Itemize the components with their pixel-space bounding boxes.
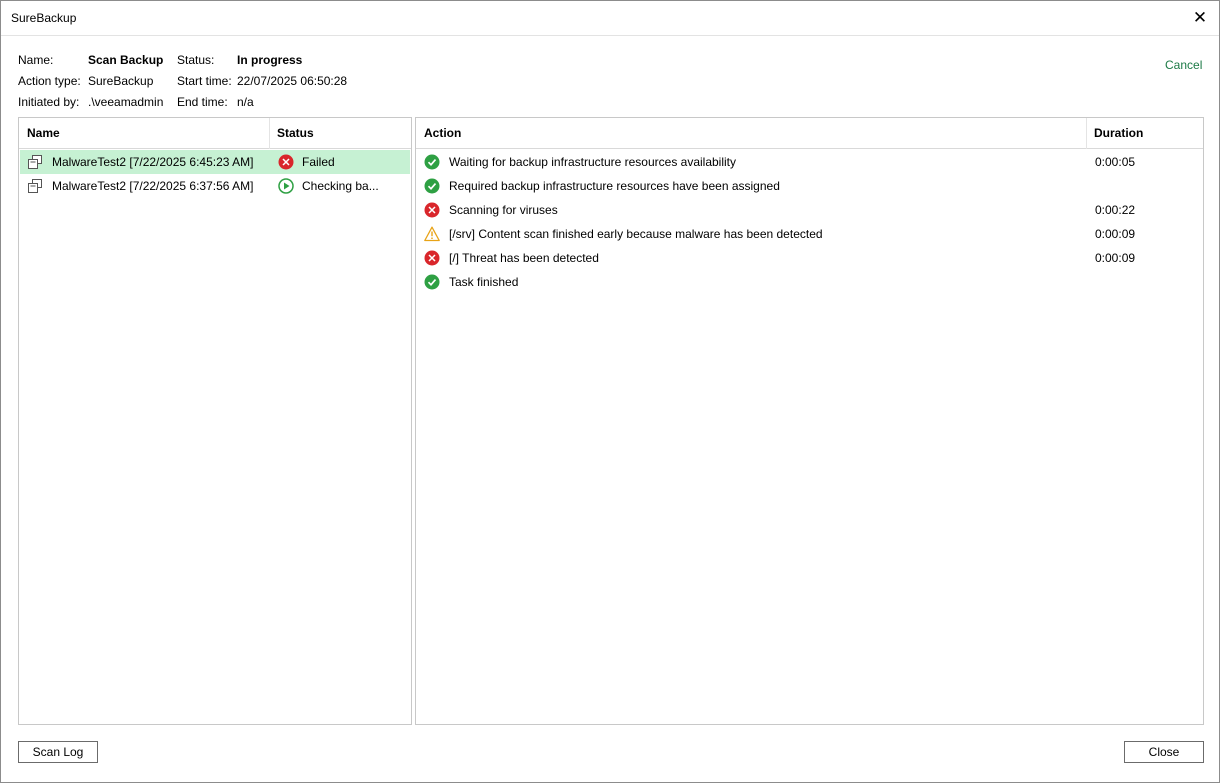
title-bar: SureBackup ✕ xyxy=(1,1,1219,36)
action-row: Required backup infrastructure resources… xyxy=(417,174,1202,198)
start-time-label: Start time: xyxy=(177,74,232,88)
action-text: Scanning for viruses xyxy=(449,203,558,217)
task-list-header: Name Status xyxy=(19,118,411,149)
action-text: Required backup infrastructure resources… xyxy=(449,179,780,193)
column-header-action[interactable]: Action xyxy=(424,126,461,140)
end-time-value: n/a xyxy=(237,95,254,109)
action-type-label: Action type: xyxy=(18,74,81,88)
start-time-value: 22/07/2025 06:50:28 xyxy=(237,74,348,88)
action-text: [/] Threat has been detected xyxy=(449,251,599,265)
error-icon xyxy=(424,250,440,266)
action-duration: 0:00:22 xyxy=(1095,203,1136,217)
action-type-value: SureBackup xyxy=(88,74,154,88)
name-value: Scan Backup xyxy=(88,53,164,67)
task-list: Name Status MalwareTest2 [7/22/2025 6:45… xyxy=(18,117,412,725)
surebackup-dialog: SureBackup ✕ Name: Scan Backup Action ty… xyxy=(0,0,1220,783)
status-label: Status: xyxy=(177,53,215,67)
action-text: [/srv] Content scan finished early becau… xyxy=(449,227,823,241)
name-label: Name: xyxy=(18,53,54,67)
task-name: MalwareTest2 [7/22/2025 6:45:23 AM] xyxy=(52,155,254,169)
action-text: Waiting for backup infrastructure resour… xyxy=(449,155,737,169)
initiated-by-label: Initiated by: xyxy=(18,95,80,109)
action-row: Task finished xyxy=(417,270,1202,294)
action-log-header: Action Duration xyxy=(416,118,1203,149)
end-time-label: End time: xyxy=(177,95,228,109)
success-icon xyxy=(424,154,440,170)
action-row: Scanning for viruses 0:00:22 xyxy=(417,198,1202,222)
action-text: Task finished xyxy=(449,275,519,289)
task-name: MalwareTest2 [7/22/2025 6:37:56 AM] xyxy=(52,179,254,193)
success-icon xyxy=(424,274,440,290)
action-row: Waiting for backup infrastructure resour… xyxy=(417,150,1202,174)
close-button[interactable]: Close xyxy=(1124,741,1204,763)
column-header-name[interactable]: Name xyxy=(27,126,60,140)
task-status: Checking ba... xyxy=(302,179,379,193)
action-row: [/] Threat has been detected 0:00:09 xyxy=(417,246,1202,270)
action-duration: 0:00:09 xyxy=(1095,227,1136,241)
status-value: In progress xyxy=(237,53,303,67)
success-icon xyxy=(424,178,440,194)
vm-icon xyxy=(28,155,42,169)
error-icon xyxy=(278,154,294,170)
column-header-duration[interactable]: Duration xyxy=(1094,126,1143,140)
task-status: Failed xyxy=(302,155,335,169)
cancel-link[interactable]: Cancel xyxy=(1165,58,1202,72)
scan-log-button[interactable]: Scan Log xyxy=(18,741,98,763)
action-duration: 0:00:05 xyxy=(1095,155,1136,169)
vm-icon xyxy=(28,179,42,193)
initiated-by-value: .\veeamadmin xyxy=(88,95,164,109)
action-duration: 0:00:09 xyxy=(1095,251,1136,265)
task-row[interactable]: MalwareTest2 [7/22/2025 6:45:23 AM] Fail… xyxy=(20,150,410,174)
error-icon xyxy=(424,202,440,218)
window-title: SureBackup xyxy=(11,11,77,25)
close-window-icon[interactable]: ✕ xyxy=(1189,7,1211,29)
warning-icon xyxy=(424,226,440,242)
task-row[interactable]: MalwareTest2 [7/22/2025 6:37:56 AM] Chec… xyxy=(20,174,410,198)
action-row: [/srv] Content scan finished early becau… xyxy=(417,222,1202,246)
action-log: Action Duration Waiting for backup infra… xyxy=(415,117,1204,725)
column-header-status[interactable]: Status xyxy=(277,126,314,140)
running-icon xyxy=(278,178,294,194)
